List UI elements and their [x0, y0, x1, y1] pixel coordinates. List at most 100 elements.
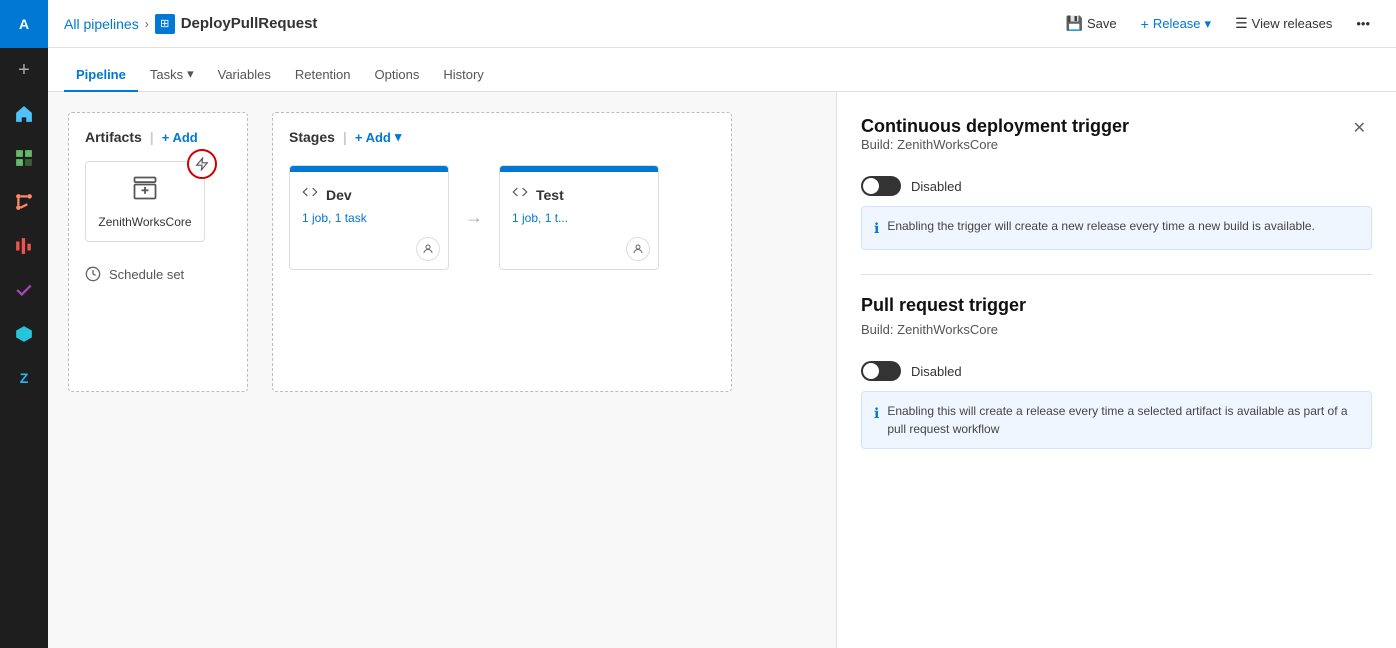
- tasks-dropdown-icon: ▾: [187, 66, 194, 82]
- pipeline-canvas: Artifacts | + Add: [48, 92, 836, 648]
- breadcrumb-all-pipelines[interactable]: All pipelines: [64, 16, 139, 32]
- sidebar: A + Z: [0, 0, 48, 648]
- right-panel-close-button[interactable]: ✕: [1347, 116, 1372, 140]
- artifact-card[interactable]: ZenithWorksCore: [85, 161, 205, 242]
- tab-history[interactable]: History: [431, 59, 495, 92]
- continuous-trigger-title: Continuous deployment trigger: [861, 116, 1129, 137]
- dev-approver-icon: [416, 237, 440, 261]
- sidebar-item-extensions[interactable]: Z: [0, 356, 48, 400]
- right-panel-header: Continuous deployment trigger Build: Zen…: [861, 116, 1372, 168]
- test-stage-name: Test: [536, 187, 564, 203]
- tab-retention[interactable]: Retention: [283, 59, 363, 92]
- stage-card-dev[interactable]: Dev 1 job, 1 task: [289, 165, 449, 270]
- continuous-trigger-build: Build: ZenithWorksCore: [861, 137, 1129, 152]
- pull-request-state: Disabled: [911, 364, 962, 379]
- test-stage-footer: [500, 237, 658, 269]
- artifact-card-wrapper: ZenithWorksCore: [85, 161, 205, 258]
- continuous-trigger-state: Disabled: [911, 179, 962, 194]
- trigger-section-divider: [861, 274, 1372, 275]
- stages-add-button[interactable]: + Add ▾: [355, 129, 402, 145]
- right-panel: Continuous deployment trigger Build: Zen…: [836, 92, 1396, 648]
- sidebar-item-artifacts[interactable]: [0, 312, 48, 356]
- pull-request-build: Build: ZenithWorksCore: [861, 322, 1026, 337]
- topbar: All pipelines › ⊞ DeployPullRequest 💾 Sa…: [48, 0, 1396, 48]
- view-releases-button[interactable]: ☰ View releases: [1225, 11, 1342, 36]
- nav-tabs: Pipeline Tasks ▾ Variables Retention Opt…: [48, 48, 1396, 92]
- release-label: Release: [1153, 16, 1201, 31]
- pull-request-trigger-toggle[interactable]: [861, 361, 901, 381]
- tab-options[interactable]: Options: [363, 59, 432, 92]
- artifacts-header: Artifacts | + Add: [85, 129, 231, 145]
- sidebar-item-repos[interactable]: [0, 180, 48, 224]
- sidebar-item-home[interactable]: [0, 92, 48, 136]
- stage-body-dev: Dev 1 job, 1 task: [290, 172, 448, 237]
- tab-pipeline[interactable]: Pipeline: [64, 59, 138, 92]
- test-stage-detail: 1 job, 1 t...: [512, 211, 646, 225]
- pull-request-info-box: ℹ Enabling this will create a release ev…: [861, 391, 1372, 449]
- schedule-label: Schedule set: [109, 267, 184, 282]
- sidebar-item-pipelines[interactable]: [0, 224, 48, 268]
- continuous-trigger-knob: [863, 178, 879, 194]
- add-release-icon: +: [1141, 16, 1149, 32]
- pipeline-name: DeployPullRequest: [181, 15, 318, 32]
- breadcrumb: All pipelines › ⊞ DeployPullRequest: [64, 14, 1056, 34]
- schedule-set-item[interactable]: Schedule set: [85, 266, 231, 282]
- releases-icon: ☰: [1235, 15, 1248, 32]
- pipeline-flow: Artifacts | + Add: [68, 112, 816, 392]
- stages-panel: Stages | + Add ▾: [272, 112, 732, 392]
- pull-request-trigger-knob: [863, 363, 879, 379]
- create-button[interactable]: +: [0, 48, 48, 92]
- content-area: Artifacts | + Add: [48, 92, 1396, 648]
- dev-stage-name: Dev: [326, 187, 352, 203]
- info-icon-pr: ℹ: [874, 403, 879, 424]
- continuous-trigger-info-text: Enabling the trigger will create a new r…: [887, 217, 1315, 235]
- stages-add-dropdown-icon: ▾: [395, 129, 402, 145]
- stages-header: Stages | + Add ▾: [289, 129, 715, 145]
- breadcrumb-separator: ›: [145, 17, 149, 31]
- artifacts-add-button[interactable]: + Add: [162, 130, 198, 145]
- stage-header-test: Test: [512, 184, 646, 205]
- test-approver-icon: [626, 237, 650, 261]
- save-icon: 💾: [1066, 15, 1083, 32]
- pull-request-header: Pull request trigger Build: ZenithWorksC…: [861, 295, 1372, 353]
- sidebar-item-testplans[interactable]: [0, 268, 48, 312]
- artifacts-panel: Artifacts | + Add: [68, 112, 248, 392]
- release-button[interactable]: + Release ▾: [1131, 12, 1221, 36]
- artifact-name: ZenithWorksCore: [98, 215, 191, 229]
- sidebar-item-boards[interactable]: [0, 136, 48, 180]
- pull-request-info-text: Enabling this will create a release ever…: [887, 402, 1359, 438]
- stages-title: Stages: [289, 129, 335, 145]
- dev-stage-detail: 1 job, 1 task: [302, 211, 436, 225]
- view-releases-label: View releases: [1252, 16, 1333, 31]
- more-options-button[interactable]: •••: [1346, 12, 1380, 35]
- test-stage-icon: [512, 184, 528, 205]
- stage-header-dev: Dev: [302, 184, 436, 205]
- continuous-trigger-section: Disabled ℹ Enabling the trigger will cre…: [861, 176, 1372, 250]
- more-icon: •••: [1356, 16, 1370, 31]
- dev-stage-icon: [302, 184, 318, 205]
- stage-body-test: Test 1 job, 1 t...: [500, 172, 658, 237]
- pull-request-title: Pull request trigger: [861, 295, 1026, 316]
- tab-tasks[interactable]: Tasks ▾: [138, 58, 206, 92]
- stage-connector-1: →: [465, 207, 483, 228]
- continuous-trigger-info-box: ℹ Enabling the trigger will create a new…: [861, 206, 1372, 250]
- artifacts-title: Artifacts: [85, 129, 142, 145]
- stages-flow: Dev 1 job, 1 task: [289, 165, 715, 270]
- topbar-actions: 💾 Save + Release ▾ ☰ View releases •••: [1056, 11, 1380, 36]
- main-area: All pipelines › ⊞ DeployPullRequest 💾 Sa…: [48, 0, 1396, 648]
- save-button[interactable]: 💾 Save: [1056, 11, 1127, 36]
- continuous-trigger-toggle-row: Disabled: [861, 176, 1372, 196]
- avatar[interactable]: A: [0, 0, 48, 48]
- pipeline-icon: ⊞: [155, 14, 175, 34]
- save-label: Save: [1087, 16, 1117, 31]
- dev-stage-footer: [290, 237, 448, 269]
- stage-card-test[interactable]: Test 1 job, 1 t...: [499, 165, 659, 270]
- continuous-trigger-toggle[interactable]: [861, 176, 901, 196]
- trigger-badge-button[interactable]: [187, 149, 217, 179]
- artifact-download-icon: [131, 174, 159, 209]
- release-dropdown-icon: ▾: [1205, 16, 1212, 32]
- tab-variables[interactable]: Variables: [206, 59, 283, 92]
- info-icon-continuous: ℹ: [874, 218, 879, 239]
- pull-request-toggle-row: Disabled: [861, 361, 1372, 381]
- pull-request-trigger-section: Disabled ℹ Enabling this will create a r…: [861, 361, 1372, 449]
